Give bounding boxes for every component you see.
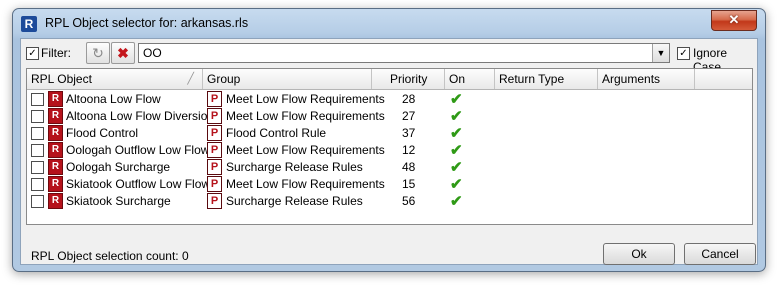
rpl-rule-icon: R [48, 193, 63, 209]
row-checkbox[interactable] [31, 127, 44, 140]
group-name: Meet Low Flow Requirements [226, 177, 385, 191]
rpl-object-name: Altoona Low Flow [66, 92, 161, 106]
policy-group-icon: P [207, 176, 222, 192]
rpl-rule-icon: R [48, 159, 63, 175]
column-header-group[interactable]: Group [203, 69, 372, 89]
table-row[interactable]: R Altoona Low Flow P Meet Low Flow Requirem… [27, 91, 752, 108]
group-name: Meet Low Flow Requirements [226, 109, 385, 123]
on-check-icon: ✔ [450, 193, 463, 210]
clear-icon: ✖ [117, 45, 129, 61]
rpl-rule-icon: R [48, 108, 63, 124]
policy-group-icon: P [207, 108, 222, 124]
group-name: Flood Control Rule [226, 126, 327, 140]
row-checkbox[interactable] [31, 195, 44, 208]
filter-value: OO [143, 46, 162, 60]
policy-group-icon: P [207, 125, 222, 141]
filter-input[interactable]: OO ▼ [138, 43, 670, 63]
table-row[interactable]: R Altoona Low Flow Diversion P Meet Low Flo… [27, 108, 752, 125]
policy-group-icon: P [207, 193, 222, 209]
table-row[interactable]: R Oologah Surcharge P Surcharge Release Rul… [27, 159, 752, 176]
column-label: RPL Object [31, 72, 92, 86]
column-header-on[interactable]: On [445, 69, 495, 89]
filter-toolbar: ✓ Filter: ↻ ✖ OO ▼ ✓ Ignore Case [21, 39, 757, 74]
policy-group-icon: P [207, 91, 222, 107]
column-header-arguments[interactable]: Arguments [598, 69, 695, 89]
priority-value: 28 [402, 92, 416, 106]
rpl-object-table: RPL Object ╱ Group Priority On Return Ty… [26, 68, 753, 225]
rpl-rule-icon: R [48, 176, 63, 192]
dialog-window: R RPL Object selector for: arkansas.rls … [12, 8, 766, 272]
rpl-rule-icon: R [48, 142, 63, 158]
column-label: On [449, 72, 466, 86]
rpl-object-name: Oologah Surcharge [66, 160, 171, 174]
rpl-object-name: Skiatook Surcharge [66, 194, 171, 208]
column-label: Priority [390, 72, 428, 86]
policy-group-icon: P [207, 159, 222, 175]
table-row[interactable]: R Flood Control P Flood Control Rule 37 ✔ [27, 125, 752, 142]
row-checkbox[interactable] [31, 93, 44, 106]
filter-label: Filter: [41, 46, 71, 60]
column-label: Group [207, 72, 241, 86]
rpl-object-name: Oologah Outflow Low Flow [66, 143, 210, 157]
on-check-icon: ✔ [450, 176, 463, 193]
sort-indicator-icon: ╱ [187, 73, 194, 85]
column-label: Return Type [499, 72, 565, 86]
rpl-object-name: Skiatook Outflow Low Flow [66, 177, 211, 191]
table-row[interactable]: R Skiatook Outflow Low Flow P Meet Low Flow… [27, 176, 752, 193]
group-name: Surcharge Release Rules [226, 160, 363, 174]
close-button[interactable]: ✕ [711, 10, 757, 31]
rpl-rule-icon: R [48, 125, 63, 141]
on-check-icon: ✔ [450, 91, 463, 108]
window-title: RPL Object selector for: arkansas.rls [45, 16, 249, 30]
row-checkbox[interactable] [31, 110, 44, 123]
rpl-object-name: Flood Control [66, 126, 139, 140]
table-row[interactable]: R Oologah Outflow Low Flow P Meet Low Flow … [27, 142, 752, 159]
group-name: Surcharge Release Rules [226, 194, 363, 208]
priority-value: 37 [402, 126, 416, 140]
cancel-button[interactable]: Cancel [684, 243, 756, 265]
filter-checkbox[interactable]: ✓ [26, 47, 39, 60]
selection-count: RPL Object selection count: 0 [31, 249, 189, 263]
column-label: Arguments [602, 72, 661, 86]
priority-value: 56 [402, 194, 416, 208]
priority-value: 12 [402, 143, 416, 157]
policy-group-icon: P [207, 142, 222, 158]
rpl-object-name: Altoona Low Flow Diversion [66, 109, 215, 123]
refresh-button[interactable]: ↻ [86, 42, 110, 64]
priority-value: 15 [402, 177, 416, 191]
ok-button[interactable]: Ok [603, 243, 675, 265]
group-name: Meet Low Flow Requirements [226, 92, 385, 106]
clear-filter-button[interactable]: ✖ [111, 42, 135, 64]
table-header: RPL Object ╱ Group Priority On Return Ty… [27, 69, 752, 90]
on-check-icon: ✔ [450, 125, 463, 142]
title-bar[interactable]: R RPL Object selector for: arkansas.rls … [13, 9, 765, 37]
app-logo-icon: R [21, 16, 37, 32]
row-checkbox[interactable] [31, 144, 44, 157]
table-row[interactable]: R Skiatook Surcharge P Surcharge Release Ru… [27, 193, 752, 210]
refresh-icon: ↻ [92, 45, 104, 61]
group-name: Meet Low Flow Requirements [226, 143, 385, 157]
on-check-icon: ✔ [450, 142, 463, 159]
on-check-icon: ✔ [450, 108, 463, 125]
row-checkbox[interactable] [31, 161, 44, 174]
on-check-icon: ✔ [450, 159, 463, 176]
column-header-rpl-object[interactable]: RPL Object ╱ [27, 69, 203, 89]
column-header-return-type[interactable]: Return Type [495, 69, 598, 89]
dialog-body: ✓ Filter: ↻ ✖ OO ▼ ✓ Ignore Case RPL Obj… [20, 38, 758, 265]
column-header-priority[interactable]: Priority [372, 69, 445, 89]
priority-value: 27 [402, 109, 416, 123]
priority-value: 48 [402, 160, 416, 174]
rpl-rule-icon: R [48, 91, 63, 107]
row-checkbox[interactable] [31, 178, 44, 191]
chevron-down-icon[interactable]: ▼ [652, 44, 669, 62]
ignore-case-checkbox[interactable]: ✓ [677, 47, 690, 60]
